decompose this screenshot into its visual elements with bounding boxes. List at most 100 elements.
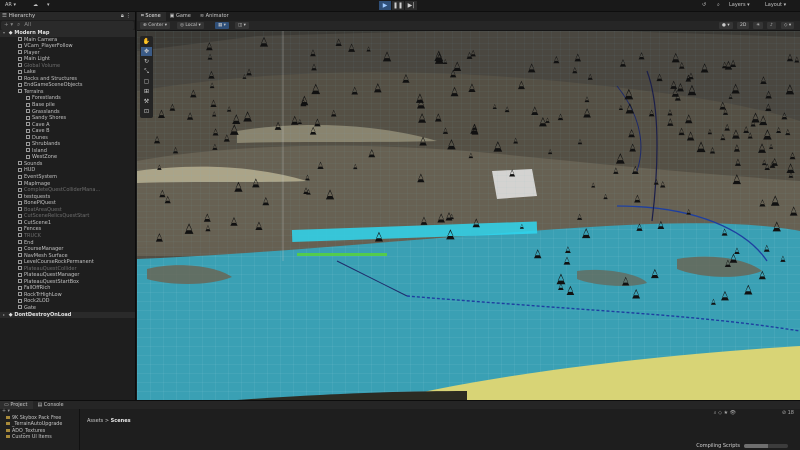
lighting-toggle[interactable]: ☀	[753, 22, 764, 29]
gameobject-icon	[18, 305, 22, 310]
hidden-packages-icon[interactable]: ⊘ 18	[782, 410, 794, 416]
hierarchy-tab[interactable]: ☰ Hierarchy 🔒︎ ⋮	[0, 12, 135, 20]
hierarchy-item-label: LevelCourseRockPermanent	[24, 259, 94, 266]
gameobject-icon	[18, 200, 22, 205]
search-icon[interactable]: ⌕	[714, 1, 723, 10]
gizmo-icon: ◇ ▾	[784, 23, 792, 28]
transform-tool[interactable]: ⊞	[141, 87, 152, 96]
collab-icon[interactable]: ▾	[44, 1, 53, 10]
tab-scene[interactable]: ⌗ Scene	[137, 12, 166, 21]
space-dropdown[interactable]: ◎ Local ▾	[177, 22, 204, 29]
tab-console-label: Console	[43, 402, 64, 408]
hierarchy-item-label: Player	[24, 49, 40, 56]
breadcrumb-current[interactable]: Scenes	[111, 418, 131, 424]
gizmos-button[interactable]: ◇ ▾	[781, 22, 795, 29]
play-button[interactable]: ▶	[379, 1, 391, 10]
folder-icon	[6, 428, 10, 432]
audio-icon: ♪	[770, 23, 773, 28]
hierarchy-item-label: Cave B	[32, 128, 50, 135]
hierarchy-search-placeholder: All	[24, 22, 32, 28]
project-tree: + ▾ 9K Skybox Pack Free _TerrainAutoUpgr…	[0, 409, 80, 450]
transform-icon: ⊞	[143, 88, 150, 95]
move-icon: ✥	[143, 48, 150, 55]
toggle-2d-label: 2D	[740, 23, 747, 28]
hierarchy-item-label: FallOffRich	[24, 285, 51, 292]
hierarchy-item-label: PlateauQuestCollider	[24, 265, 77, 272]
project-content: Assets > Scenes ⌕ ◇ ★ 👁︎ ⊘ 18	[81, 409, 800, 450]
layers-dropdown[interactable]: Layers ▾	[726, 1, 753, 10]
dontdestroy-row[interactable]: ▸ ◆ DontDestroyOnLoad	[0, 311, 135, 319]
project-toolbar-icons[interactable]: ⌕ ◇ ★ 👁︎	[714, 410, 736, 416]
hierarchy-item-label: Forestlands	[32, 95, 61, 102]
folder-icon	[6, 422, 10, 425]
hierarchy-item-label: Shrublands	[32, 141, 61, 148]
rect-tool[interactable]: ▢	[141, 77, 152, 86]
hierarchy-search[interactable]: + ▾ ⌕ All	[1, 21, 134, 30]
gameobject-icon	[26, 109, 30, 114]
audio-toggle[interactable]: ♪	[767, 22, 776, 29]
hierarchy-item-label: PlateauQuestManager	[24, 272, 80, 279]
history-icon[interactable]: ↺	[699, 1, 709, 10]
cloud-icon[interactable]: ☁	[30, 1, 41, 10]
snap-icon: ◫ ▾	[238, 23, 246, 28]
add-icon[interactable]: + ▾	[4, 21, 13, 30]
gameobject-icon	[18, 213, 22, 218]
snap-increment-button[interactable]: ◫ ▾	[235, 22, 249, 29]
hierarchy-item-label: Lake	[24, 69, 36, 76]
pivot-dropdown[interactable]: ⊕ Center ▾	[140, 22, 171, 29]
hierarchy-item-label: Terrains	[24, 88, 44, 95]
hierarchy-item-label: End	[24, 239, 34, 246]
wrench-icon: ⚒	[143, 98, 150, 105]
breadcrumb-root[interactable]: Assets	[87, 418, 103, 424]
hand-icon: ✋	[142, 38, 151, 45]
move-tool[interactable]: ✥	[141, 47, 152, 56]
extra-tool[interactable]: ⊡	[141, 107, 152, 116]
shading-mode-button[interactable]: ● ▾	[719, 22, 733, 29]
pause-button[interactable]: ❚❚	[392, 1, 404, 10]
project-folder[interactable]: Custom UI Items	[0, 435, 79, 442]
bottom-panel: ▭ Project ▤ Console + ▾ 9K Skybox Pack F…	[0, 400, 800, 450]
hierarchy-item-label: Rocks and Structures	[24, 75, 78, 82]
layout-dropdown[interactable]: Layout ▾	[762, 1, 789, 10]
gameobject-icon	[18, 298, 22, 303]
gameobject-icon	[18, 279, 22, 284]
gameobject-icon	[18, 76, 22, 81]
gameobject-icon	[18, 292, 22, 297]
grid-snap-button[interactable]: ▦ ▾	[215, 22, 229, 29]
scale-tool[interactable]: ⤡	[141, 67, 152, 76]
terrain-render[interactable]	[137, 31, 800, 400]
account-button[interactable]: AR ▾	[2, 1, 19, 10]
gameobject-icon	[26, 115, 30, 120]
gameobject-icon	[18, 233, 22, 238]
pivot-label: Center	[148, 23, 164, 28]
scene-root-label: Modern Map	[14, 30, 50, 36]
tab-animator[interactable]: ≋ Animator	[196, 12, 234, 21]
gameobject-icon	[18, 82, 22, 87]
hierarchy-item-label: HUD	[24, 167, 36, 174]
view-tool[interactable]: ✋	[141, 37, 152, 46]
gameobject-icon	[18, 174, 22, 179]
hierarchy-item-label: Rock2LOD	[24, 298, 50, 305]
gameobject-icon	[18, 69, 22, 74]
hierarchy-item-label: Gate	[24, 304, 36, 311]
scene-viewport[interactable]: ✋ ✥ ↻ ⤡ ▢ ⊞ ⚒ ⊡	[137, 31, 800, 400]
lock-icon[interactable]: 🔒︎ ⋮	[121, 12, 131, 20]
tab-game[interactable]: ▣ Game	[166, 12, 196, 21]
project-folder-label: ADO_Textures	[12, 428, 46, 434]
step-button[interactable]: ▶|	[405, 1, 417, 10]
gameobject-icon	[18, 285, 22, 290]
expand-arrow-icon[interactable]: ▸	[3, 312, 7, 319]
hierarchy-item-label: EndGameSceneObjects	[24, 82, 83, 89]
hierarchy-item-label: Main Light	[24, 56, 51, 63]
tab-project[interactable]: ▭ Project	[0, 401, 34, 409]
hierarchy-item-label: Cave A	[32, 121, 50, 128]
sphere-icon: ● ▾	[722, 23, 730, 28]
dontdestroy-label: DontDestroyOnLoad	[14, 311, 72, 318]
toggle-2d-button[interactable]: 2D	[737, 22, 750, 29]
rotate-tool[interactable]: ↻	[141, 57, 152, 66]
gameobject-icon	[26, 122, 30, 127]
custom-tool[interactable]: ⚒	[141, 97, 152, 106]
tab-console[interactable]: ▤ Console	[33, 401, 69, 409]
hierarchy-item-label: BonePiQuest	[24, 200, 56, 207]
space-label: Local	[185, 23, 198, 28]
